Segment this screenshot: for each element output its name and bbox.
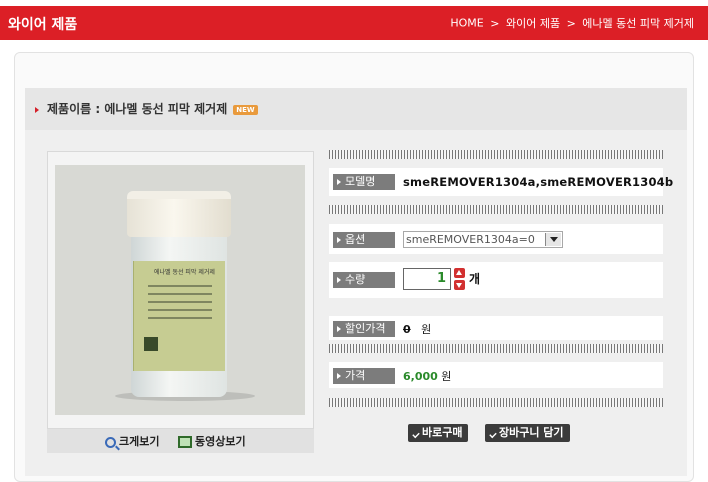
discount-amount: 0 <box>403 323 411 336</box>
product-name-text: 제품이름 : 에나멜 동선 피막 제거제 <box>47 102 228 116</box>
decrement-icon[interactable] <box>454 280 465 290</box>
discount-value: 0 원 <box>403 321 431 337</box>
divider-stripe <box>329 344 663 353</box>
video-view-label: 동영상보기 <box>195 435 246 448</box>
option-row: 옵션 smeREMOVER1304a=0 <box>329 224 663 254</box>
divider-stripe <box>329 205 663 214</box>
jar-cap <box>127 191 231 237</box>
increment-icon[interactable] <box>454 268 465 278</box>
discount-row: 할인가격 0 원 <box>329 316 663 340</box>
buy-now-button[interactable]: 바로구매 <box>408 424 469 442</box>
model-value: smeREMOVER1304a,smeREMOVER1304b <box>403 175 674 189</box>
label-line <box>148 285 212 287</box>
divider-stripe <box>329 398 663 407</box>
breadcrumb-home[interactable]: HOME <box>450 17 483 30</box>
jar-label-text: 에나멜 동선 피막 제거제 <box>154 269 215 276</box>
quantity-row: 수량 1 개 <box>329 262 663 298</box>
product-image[interactable]: 에나멜 동선 피막 제거제 <box>55 165 305 415</box>
monitor-icon <box>178 436 192 448</box>
zoom-view-button[interactable]: 크게보기 <box>105 433 159 449</box>
quantity-label: 수량 <box>333 272 395 288</box>
price-value: 6,000 원 <box>403 368 451 384</box>
breadcrumb: HOME > 와이어 제품 > 에나멜 동선 피막 제거제 <box>450 15 694 31</box>
label-image <box>144 337 158 351</box>
option-selected-value: smeREMOVER1304a=0 <box>406 233 535 246</box>
discount-label: 할인가격 <box>333 321 395 337</box>
label-line <box>148 293 212 295</box>
label-line <box>148 301 212 303</box>
divider-stripe <box>329 150 663 159</box>
video-view-button[interactable]: 동영상보기 <box>178 433 246 449</box>
jar-label: 에나멜 동선 피막 제거제 <box>133 261 225 371</box>
bullet-icon <box>35 107 39 113</box>
magnifier-icon <box>105 436 116 448</box>
image-view-bar: 크게보기 동영상보기 <box>47 429 314 453</box>
new-badge: NEW <box>233 104 258 115</box>
discount-unit: 원 <box>421 323 432 336</box>
option-label: 옵션 <box>333 232 395 248</box>
zoom-view-label: 크게보기 <box>119 435 160 448</box>
model-row: 모델명 smeREMOVER1304a,smeREMOVER1304b <box>329 168 673 196</box>
option-select[interactable]: smeREMOVER1304a=0 <box>403 231 563 248</box>
product-name: 제품이름 : 에나멜 동선 피막 제거제 NEW <box>47 100 258 117</box>
breadcrumb-separator: > <box>566 16 576 30</box>
price-row: 가격 6,000 원 <box>329 362 663 388</box>
chevron-down-icon[interactable] <box>545 233 561 246</box>
price-amount: 6,000 <box>403 370 438 383</box>
price-unit: 원 <box>441 370 452 383</box>
quantity-input[interactable]: 1 <box>403 268 451 290</box>
quantity-unit: 개 <box>469 272 481 286</box>
top-header-bar: 와이어 제품 HOME > 와이어 제품 > 에나멜 동선 피막 제거제 <box>0 6 708 40</box>
breadcrumb-separator: > <box>490 16 500 30</box>
quantity-stepper <box>454 268 465 290</box>
model-label: 모델명 <box>333 174 395 190</box>
product-name-bar: 제품이름 : 에나멜 동선 피막 제거제 NEW <box>25 88 687 130</box>
label-line <box>148 309 212 311</box>
add-to-cart-button[interactable]: 장바구니 담기 <box>485 424 570 442</box>
breadcrumb-category[interactable]: 와이어 제품 <box>506 17 560 30</box>
price-label: 가격 <box>333 368 395 384</box>
breadcrumb-current: 에나멜 동선 피막 제거제 <box>582 17 694 30</box>
section-title: 와이어 제품 <box>8 17 78 33</box>
label-line <box>148 317 212 319</box>
